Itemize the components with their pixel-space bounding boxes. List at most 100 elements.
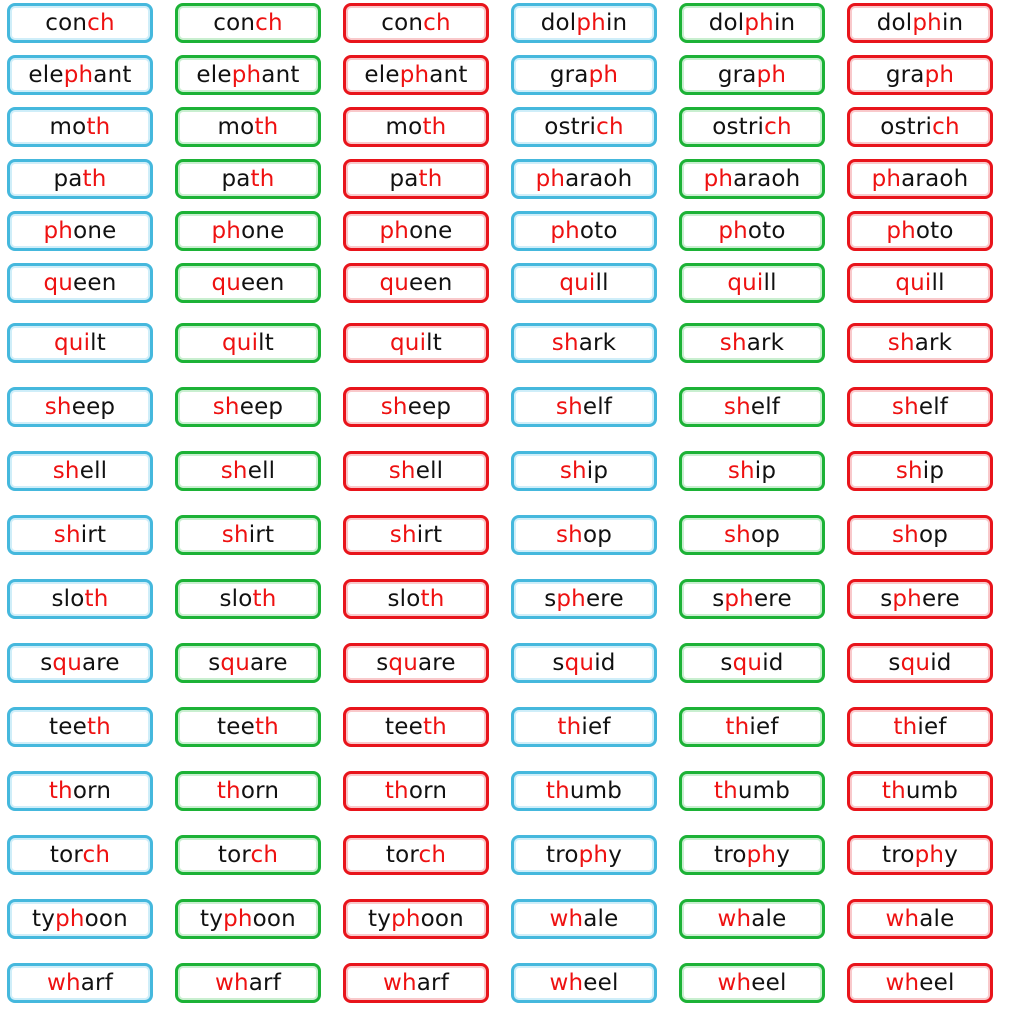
word-label: shark <box>552 330 616 356</box>
card-row: quilt quilt quilt shark shark shark <box>0 323 1024 369</box>
word-digraph: sh <box>52 458 80 484</box>
word-digraph: qu <box>564 650 595 676</box>
word-digraph: qui <box>895 270 932 296</box>
word-suffix: lt <box>90 330 106 356</box>
word-suffix: ll <box>931 270 945 296</box>
word-digraph: ph <box>744 10 774 36</box>
word-card-green: elephant <box>175 55 321 95</box>
word-label: quill <box>895 270 944 296</box>
word-label: queen <box>43 270 116 296</box>
word-digraph: sh <box>555 522 583 548</box>
word-card-blue: sloth <box>7 579 153 619</box>
word-digraph: sh <box>891 522 919 548</box>
word-digraph: th <box>881 778 906 804</box>
word-prefix: con <box>45 10 88 36</box>
word-label: moth <box>218 114 279 140</box>
word-label: shirt <box>54 522 106 548</box>
word-card-blue: shell <box>7 451 153 491</box>
word-card-blue: shirt <box>7 515 153 555</box>
word-digraph: sh <box>895 458 923 484</box>
word-suffix: elf <box>582 394 613 420</box>
word-card-red: trophy <box>847 835 993 875</box>
word-prefix: gra <box>885 62 925 88</box>
word-digraph: sh <box>221 522 249 548</box>
word-suffix: ip <box>922 458 945 484</box>
word-label: wheel <box>549 970 618 996</box>
word-suffix: eep <box>407 394 452 420</box>
word-card-red: teeth <box>343 707 489 747</box>
word-suffix: one <box>241 218 285 244</box>
word-suffix: ip <box>586 458 609 484</box>
word-label: elephant <box>364 62 467 88</box>
card-row: conch conch conch dolphin dolphin dolphin <box>0 3 1024 49</box>
word-card-red: sheep <box>343 387 489 427</box>
word-label: shirt <box>390 522 442 548</box>
word-card-green: wheel <box>679 963 825 1003</box>
word-card-red: sloth <box>343 579 489 619</box>
word-suffix: umb <box>905 778 959 804</box>
word-digraph: qu <box>732 650 763 676</box>
word-card-green: shark <box>679 323 825 363</box>
word-label: conch <box>45 10 115 36</box>
word-card-blue: ship <box>511 451 657 491</box>
word-suffix: ell <box>247 458 276 484</box>
word-digraph: sh <box>559 458 587 484</box>
word-label: whale <box>717 906 786 932</box>
word-label: elephant <box>196 62 299 88</box>
word-label: shelf <box>556 394 612 420</box>
word-digraph: ch <box>255 10 283 36</box>
word-card-red: pharaoh <box>847 159 993 199</box>
word-label: quilt <box>222 330 274 356</box>
word-digraph: ch <box>418 842 447 868</box>
card-row: torch torch torch trophy trophy trophy <box>0 835 1024 881</box>
word-label: pharaoh <box>704 166 801 192</box>
word-suffix: een <box>241 270 285 296</box>
word-digraph: wh <box>717 970 752 996</box>
word-label: graph <box>550 62 618 88</box>
word-digraph: sh <box>388 458 416 484</box>
word-card-green: photo <box>679 211 825 251</box>
card-row: wharf wharf wharf wheel wheel wheel <box>0 963 1024 1009</box>
word-card-green: shell <box>175 451 321 491</box>
word-digraph: th <box>86 114 111 140</box>
word-prefix: ele <box>28 62 64 88</box>
word-prefix: s <box>40 650 53 676</box>
word-label: typhoon <box>32 906 128 932</box>
word-label: path <box>389 166 442 192</box>
word-digraph: sh <box>44 394 72 420</box>
word-card-red: whale <box>847 899 993 939</box>
word-digraph: sh <box>723 394 751 420</box>
word-card-green: thief <box>679 707 825 747</box>
word-prefix: tee <box>217 714 255 740</box>
word-label: wharf <box>215 970 281 996</box>
word-prefix: mo <box>217 114 255 140</box>
word-prefix: ty <box>200 906 224 932</box>
word-digraph: ph <box>756 62 787 88</box>
word-suffix: are <box>249 650 288 676</box>
word-card-red: typhoon <box>343 899 489 939</box>
word-suffix: y <box>776 842 791 868</box>
word-label: torch <box>50 842 110 868</box>
word-suffix: elf <box>750 394 781 420</box>
word-digraph: ph <box>379 218 410 244</box>
word-digraph: th <box>418 166 443 192</box>
word-label: thorn <box>217 778 279 804</box>
word-digraph: ph <box>703 166 734 192</box>
word-suffix: oto <box>579 218 618 244</box>
word-prefix: con <box>213 10 256 36</box>
word-card-red: conch <box>343 3 489 43</box>
word-label: dolphin <box>541 10 628 36</box>
word-digraph: ph <box>914 842 945 868</box>
word-prefix: tor <box>49 842 83 868</box>
word-label: wharf <box>383 970 449 996</box>
word-label: ostrich <box>712 114 792 140</box>
word-label: sloth <box>387 586 444 612</box>
word-prefix: tro <box>713 842 747 868</box>
word-card-red: queen <box>343 263 489 303</box>
word-suffix: ief <box>581 714 611 740</box>
word-label: queen <box>211 270 284 296</box>
word-card-green: wharf <box>175 963 321 1003</box>
card-row: sheep sheep sheep shelf shelf shelf <box>0 387 1024 433</box>
word-label: moth <box>50 114 111 140</box>
word-label: torch <box>218 842 278 868</box>
